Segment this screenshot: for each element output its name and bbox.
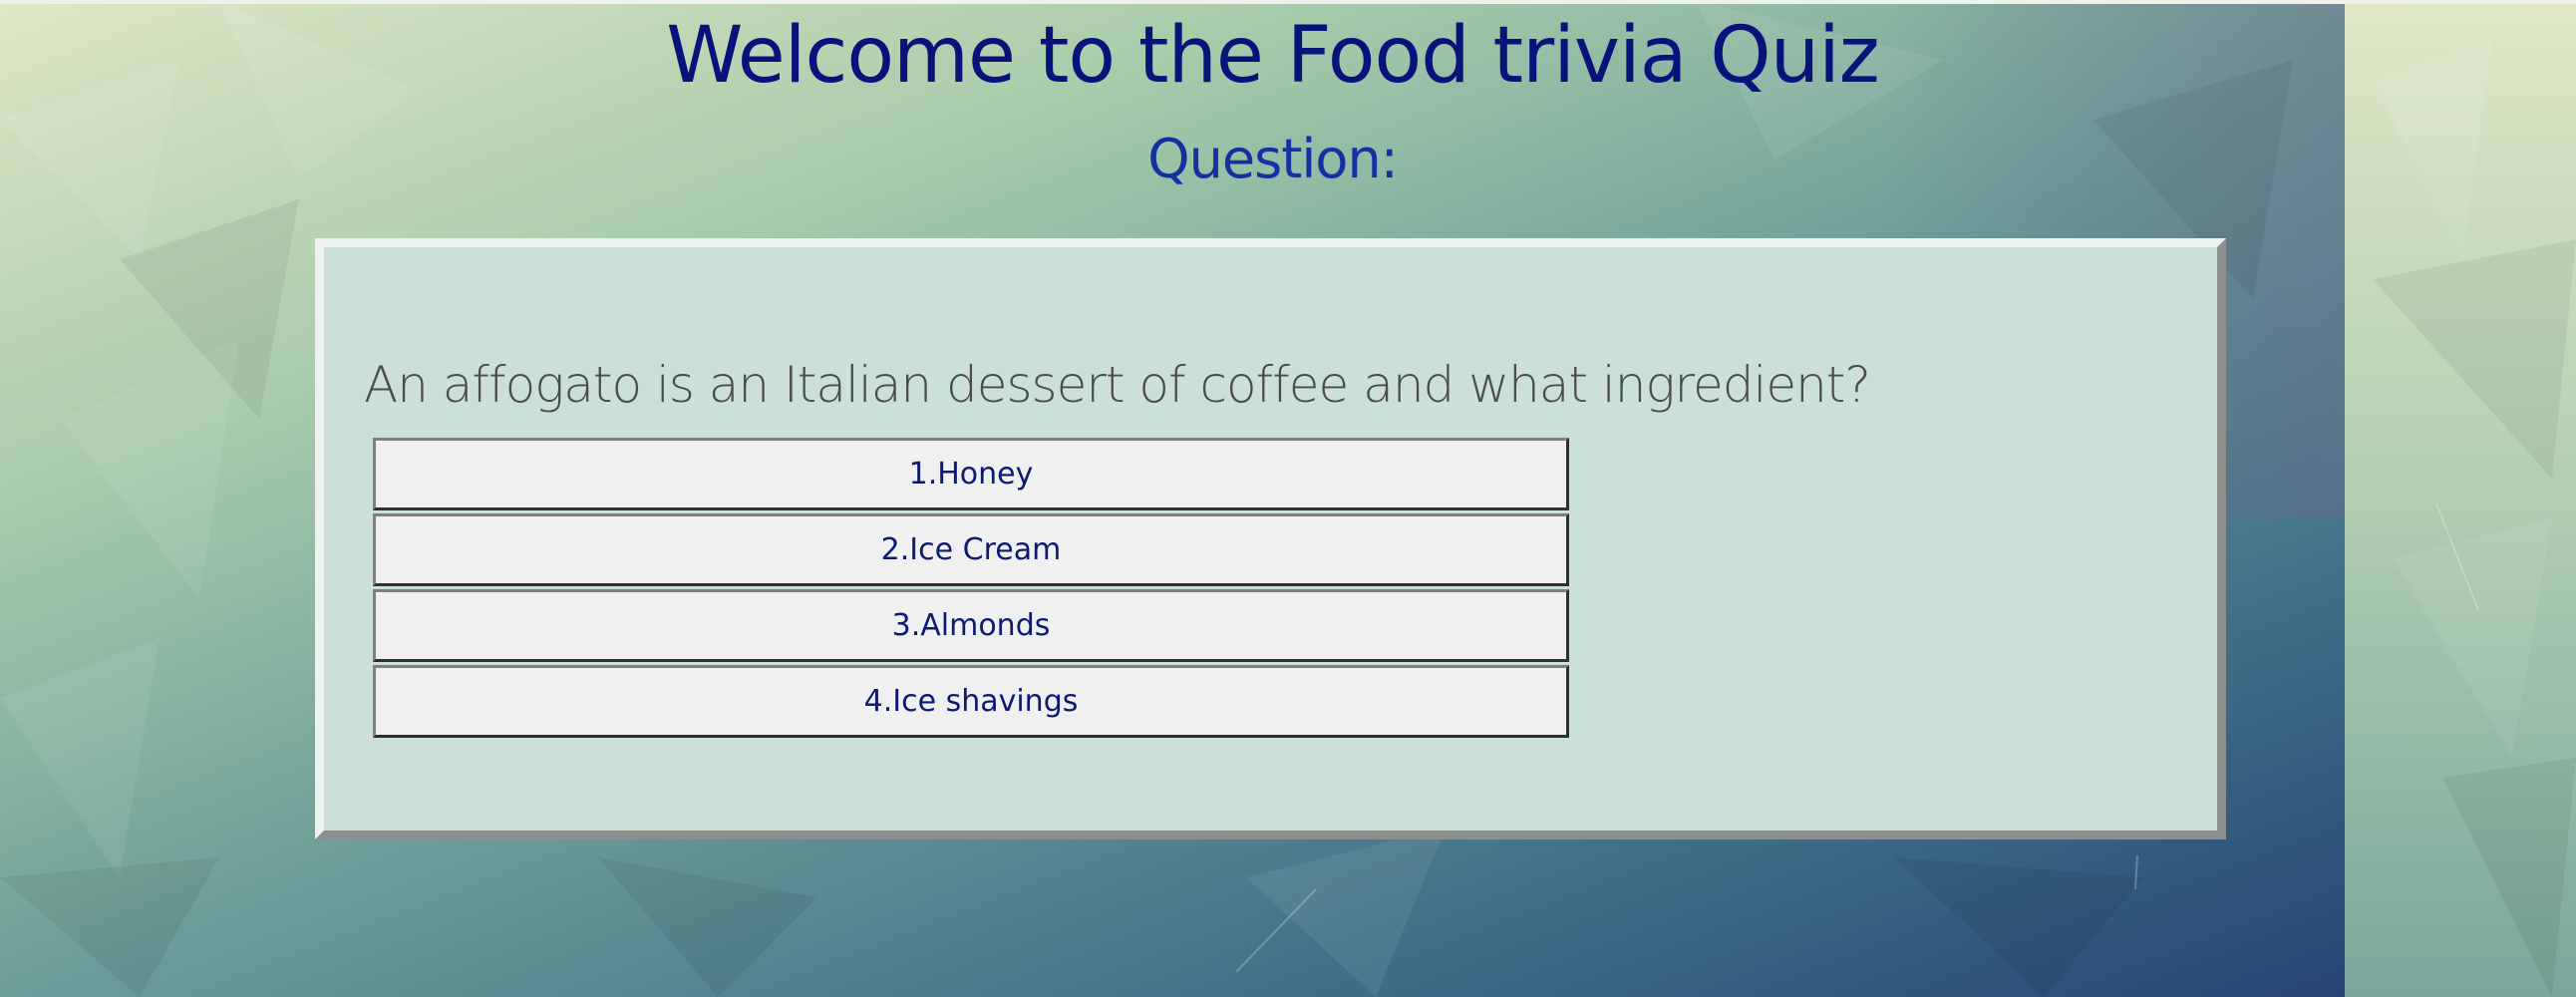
- answer-button-1[interactable]: 1.Honey: [373, 438, 1569, 510]
- answer-button-3[interactable]: 3.Almonds: [373, 589, 1569, 662]
- question-text: An affogato is an Italian dessert of cof…: [364, 356, 1871, 414]
- answer-button-2[interactable]: 2.Ice Cream: [373, 513, 1569, 586]
- top-strip: [0, 0, 2576, 4]
- answer-list: 1.Honey 2.Ice Cream 3.Almonds 4.Ice shav…: [373, 438, 1569, 741]
- page-title: Welcome to the Food trivia Quiz: [666, 11, 1880, 101]
- answer-button-4[interactable]: 4.Ice shavings: [373, 665, 1569, 738]
- question-heading: Question:: [1147, 128, 1399, 190]
- quiz-card: An affogato is an Italian dessert of cof…: [315, 238, 2226, 839]
